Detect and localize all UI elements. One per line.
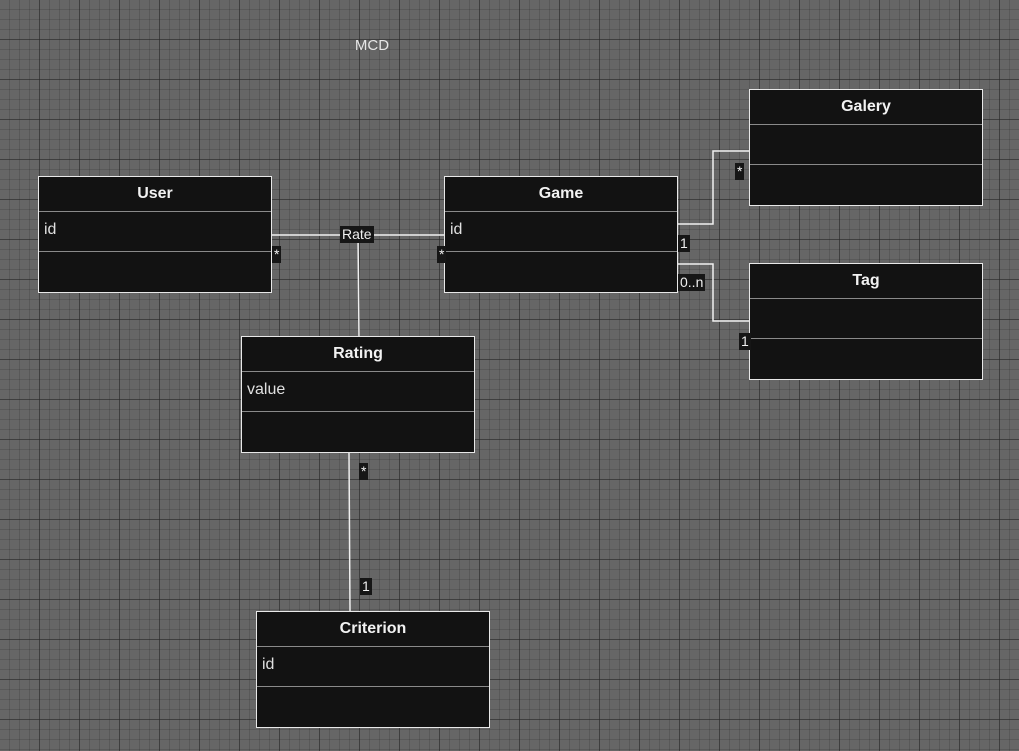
criterion-entity-name: Criterion [257, 612, 489, 647]
rating-entity-name: Rating [242, 337, 474, 372]
rating-entity-attributes: value [242, 372, 474, 412]
rate-association-label[interactable]: Rate [340, 226, 374, 243]
criterion-entity-attributes: id [257, 647, 489, 687]
user-entity[interactable]: User id [38, 176, 272, 293]
tag-entity[interactable]: Tag [749, 263, 983, 380]
rating-criterion-rating-multiplicity: * [359, 463, 369, 480]
user-entity-attributes: id [39, 212, 271, 252]
galery-entity-attributes [750, 125, 982, 165]
game-galery-connector[interactable] [678, 150, 750, 225]
rating-entity-methods [242, 412, 474, 450]
user-rate-multiplicity: * [272, 246, 282, 263]
game-tag-connector[interactable] [678, 263, 750, 322]
game-entity-attributes: id [445, 212, 677, 252]
tag-entity-name: Tag [750, 264, 982, 299]
game-entity-name: Game [445, 177, 677, 212]
galery-entity-name: Galery [750, 90, 982, 125]
tag-entity-methods [750, 339, 982, 377]
galery-entity-methods [750, 165, 982, 203]
rating-association-connector[interactable] [357, 234, 360, 338]
game-entity[interactable]: Game id [444, 176, 678, 293]
criterion-entity-methods [257, 687, 489, 725]
game-galery-game-multiplicity: 1 [678, 235, 690, 252]
rating-entity[interactable]: Rating value [241, 336, 475, 453]
rating-criterion-criterion-multiplicity: 1 [360, 578, 372, 595]
game-entity-methods [445, 252, 677, 290]
galery-entity[interactable]: Galery [749, 89, 983, 206]
user-entity-name: User [39, 177, 271, 212]
game-galery-galery-multiplicity: * [735, 163, 745, 180]
game-rate-multiplicity: * [437, 246, 447, 263]
rating-criterion-connector[interactable] [348, 451, 351, 613]
tag-entity-attributes [750, 299, 982, 339]
game-tag-game-multiplicity: 0..n [678, 274, 706, 291]
criterion-entity[interactable]: Criterion id [256, 611, 490, 728]
game-tag-tag-multiplicity: 1 [739, 333, 751, 350]
user-entity-methods [39, 252, 271, 290]
